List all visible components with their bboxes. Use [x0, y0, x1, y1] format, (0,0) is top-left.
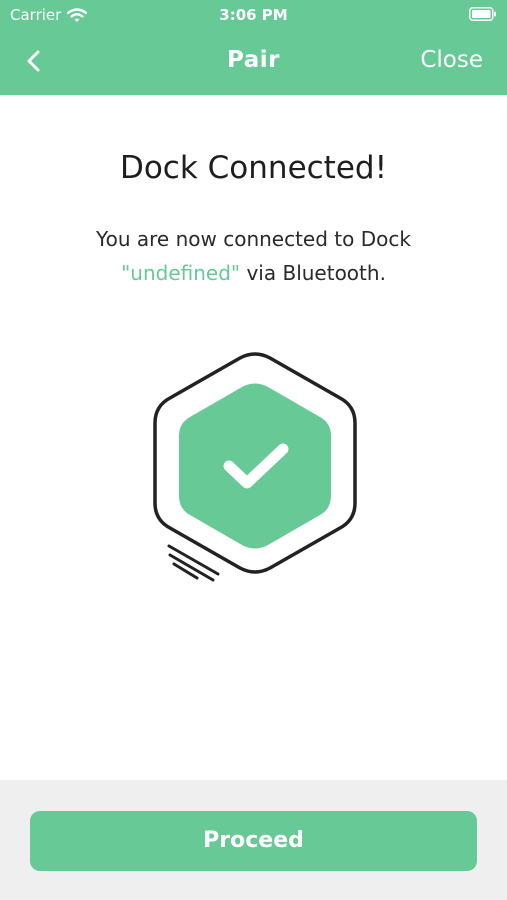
message-line-1: You are now connected to Dock	[96, 227, 411, 251]
header: Carrier 3:06 PM Pair Close	[0, 0, 507, 95]
message-suffix: via Bluetooth.	[240, 261, 386, 285]
battery-icon	[469, 7, 496, 21]
connection-message: You are now connected to Dock "undefined…	[0, 222, 507, 290]
status-bar: Carrier 3:06 PM	[0, 0, 507, 30]
proceed-button[interactable]: Proceed	[30, 811, 477, 871]
nav-bar: Pair Close	[0, 30, 507, 95]
message-line-2: "undefined" via Bluetooth.	[0, 256, 507, 290]
footer: Proceed	[0, 780, 507, 900]
pair-success-screen: Carrier 3:06 PM Pair Close Dock Connecte…	[0, 0, 507, 900]
hexagon-check-icon	[153, 352, 357, 582]
status-time: 3:06 PM	[219, 6, 288, 24]
device-name: "undefined"	[121, 261, 241, 285]
connected-heading: Dock Connected!	[119, 150, 388, 186]
close-button[interactable]: Close	[420, 47, 483, 73]
